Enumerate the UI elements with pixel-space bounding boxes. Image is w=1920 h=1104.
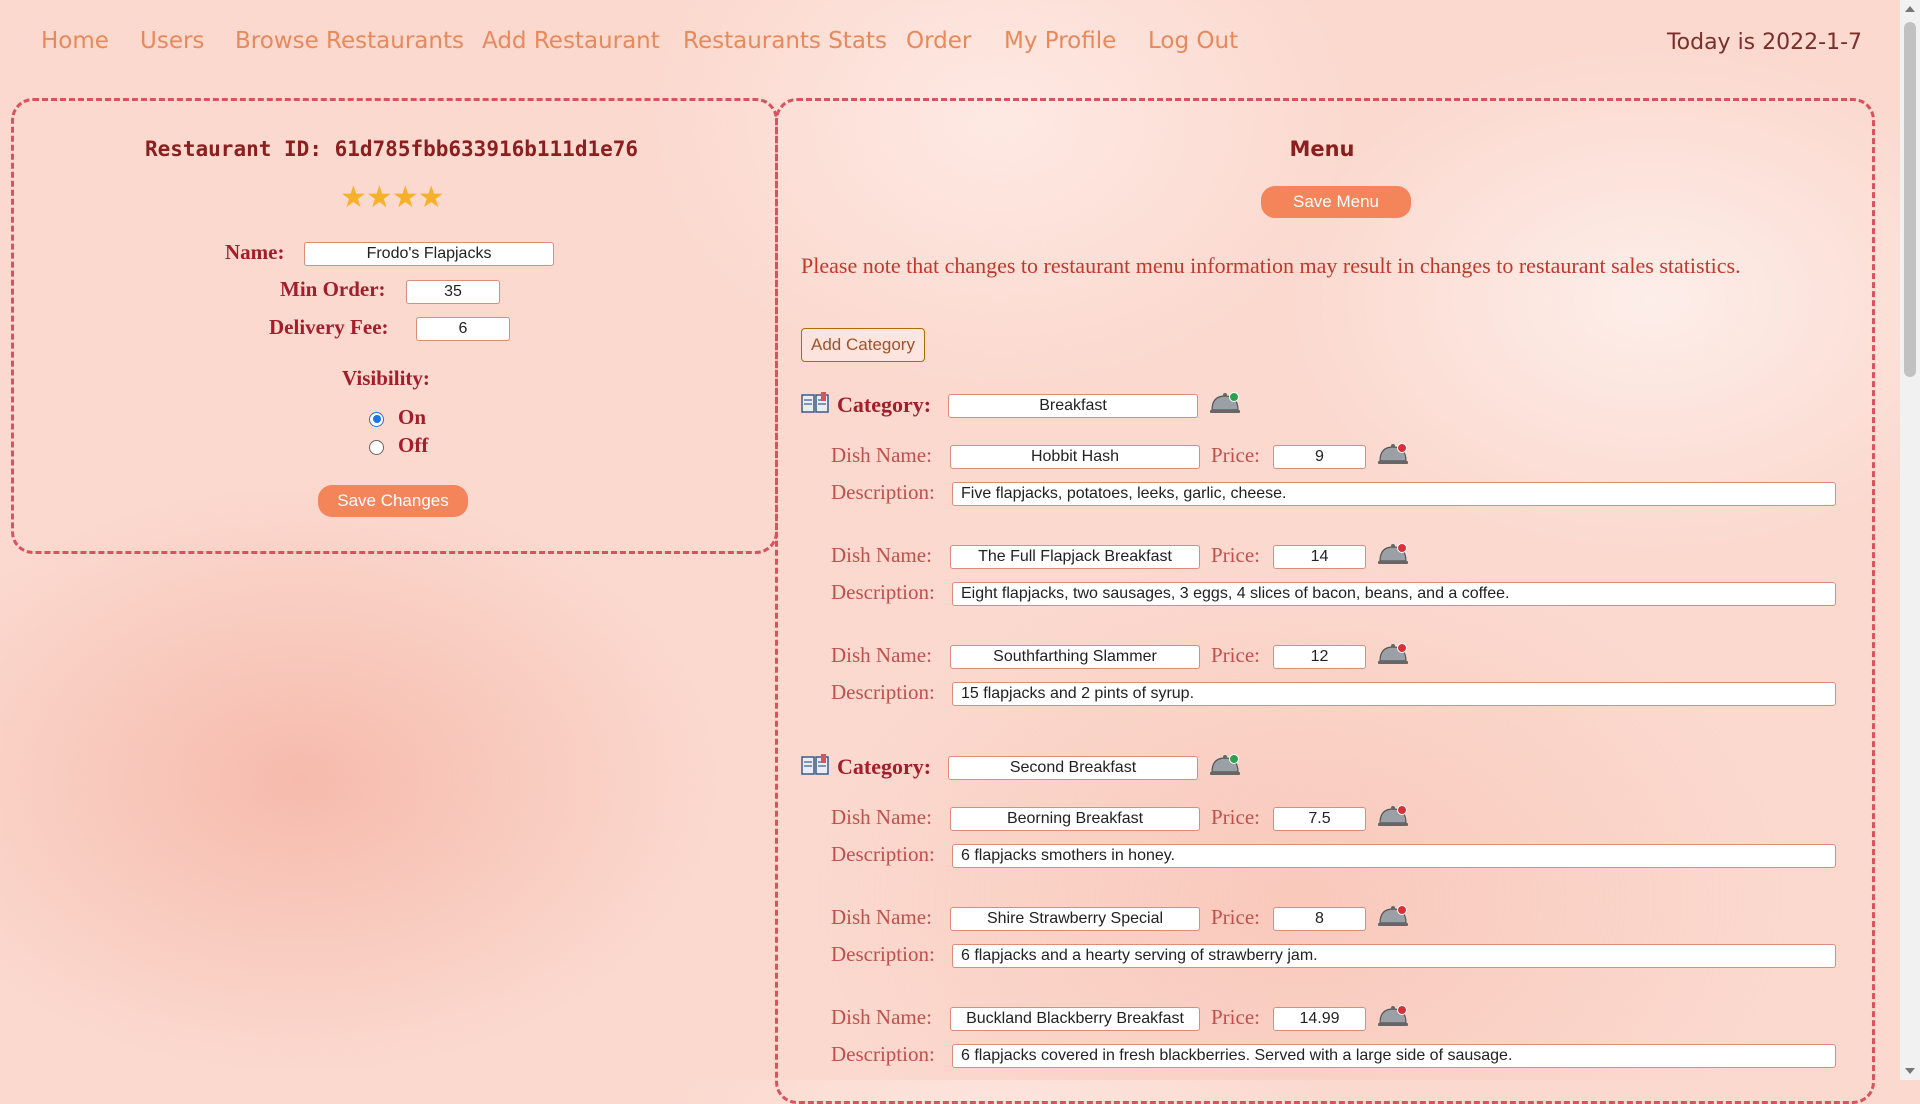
nav-add-restaurant[interactable]: Add Restaurant — [482, 28, 660, 54]
top-nav: Home Users Browse Restaurants Add Restau… — [0, 28, 1920, 64]
nav-order[interactable]: Order — [906, 28, 971, 54]
remove-dish-bell-icon[interactable] — [1377, 440, 1409, 466]
visibility-on-option[interactable]: On — [369, 405, 426, 430]
dish-name-label: Dish Name: — [831, 543, 932, 567]
description-label: Description: — [831, 942, 935, 966]
price-field[interactable]: 9 — [1273, 445, 1366, 469]
price-field[interactable]: 7.5 — [1273, 807, 1366, 831]
nav-users[interactable]: Users — [140, 28, 204, 54]
description-label: Description: — [831, 1042, 935, 1066]
price-label: Price: — [1211, 643, 1260, 667]
add-dish-bell-icon[interactable] — [1209, 751, 1241, 777]
description-label: Description: — [831, 480, 935, 504]
menu-notice: Please note that changes to restaurant m… — [801, 253, 1741, 278]
price-label: Price: — [1211, 443, 1260, 467]
remove-dish-bell-icon[interactable] — [1377, 540, 1409, 566]
dish-name-field[interactable]: Beorning Breakfast — [950, 807, 1200, 831]
dish-name-field[interactable]: The Full Flapjack Breakfast — [950, 545, 1200, 569]
nav-browse-restaurants[interactable]: Browse Restaurants — [235, 28, 464, 54]
price-field[interactable]: 14.99 — [1273, 1007, 1366, 1031]
description-label: Description: — [831, 842, 935, 866]
description-field[interactable]: Five flapjacks, potatoes, leeks, garlic,… — [952, 482, 1836, 506]
add-dish-bell-icon[interactable] — [1209, 389, 1241, 415]
nav-home[interactable]: Home — [41, 28, 109, 54]
name-label: Name: — [225, 240, 285, 264]
price-field[interactable]: 12 — [1273, 645, 1366, 669]
price-label: Price: — [1211, 543, 1260, 567]
price-label: Price: — [1211, 805, 1260, 829]
description-field[interactable]: 6 flapjacks covered in fresh blackberrie… — [952, 1044, 1836, 1068]
delivery-fee-label: Delivery Fee: — [269, 315, 389, 339]
dish-name-field[interactable]: Hobbit Hash — [950, 445, 1200, 469]
remove-dish-bell-icon[interactable] — [1377, 640, 1409, 666]
remove-dish-bell-icon[interactable] — [1377, 1002, 1409, 1028]
dish-name-label: Dish Name: — [831, 643, 932, 667]
remove-dish-bell-icon[interactable] — [1377, 802, 1409, 828]
visibility-on-radio[interactable] — [369, 411, 384, 427]
price-label: Price: — [1211, 905, 1260, 929]
category-book-icon — [801, 754, 829, 776]
nav-restaurants-stats[interactable]: Restaurants Stats — [683, 28, 887, 54]
name-field[interactable]: Frodo's Flapjacks — [304, 242, 554, 266]
description-field[interactable]: Eight flapjacks, two sausages, 3 eggs, 4… — [952, 582, 1836, 606]
min-order-field[interactable]: 35 — [406, 280, 500, 304]
price-field[interactable]: 14 — [1273, 545, 1366, 569]
restaurant-id: Restaurant ID: 61d785fbb633916b111d1e76 — [144, 137, 639, 161]
star-icon: ★ — [391, 180, 419, 215]
category-label: Category: — [837, 754, 932, 779]
dish-name-label: Dish Name: — [831, 805, 932, 829]
description-label: Description: — [831, 680, 935, 704]
add-category-button[interactable]: Add Category — [801, 328, 925, 362]
star-icon: ★ — [417, 180, 445, 215]
save-changes-button[interactable]: Save Changes — [318, 485, 468, 517]
scrollbar-thumb[interactable] — [1904, 22, 1916, 377]
price-label: Price: — [1211, 1005, 1260, 1029]
description-field[interactable]: 6 flapjacks smothers in honey. — [952, 844, 1836, 868]
menu-title: Menu — [1289, 137, 1355, 161]
description-label: Description: — [831, 580, 935, 604]
scroll-up-arrow[interactable] — [1905, 6, 1915, 12]
scrollbar[interactable] — [1900, 0, 1920, 1080]
remove-dish-bell-icon[interactable] — [1377, 902, 1409, 928]
dish-name-label: Dish Name: — [831, 905, 932, 929]
scroll-down-arrow[interactable] — [1905, 1068, 1915, 1074]
star-icon: ★ — [365, 180, 393, 215]
visibility-off-label: Off — [398, 433, 429, 457]
save-menu-button[interactable]: Save Menu — [1261, 186, 1411, 218]
category-book-icon — [801, 392, 829, 414]
visibility-off-radio[interactable] — [369, 439, 384, 455]
dish-name-field[interactable]: Buckland Blackberry Breakfast — [950, 1007, 1200, 1031]
category-name-field[interactable]: Breakfast — [948, 394, 1198, 418]
visibility-on-label: On — [398, 405, 427, 429]
visibility-label: Visibility: — [342, 366, 430, 390]
dish-name-label: Dish Name: — [831, 1005, 932, 1029]
dish-name-field[interactable]: Southfarthing Slammer — [950, 645, 1200, 669]
nav-log-out[interactable]: Log Out — [1148, 28, 1238, 54]
star-icon: ★ — [340, 180, 367, 215]
dish-name-field[interactable]: Shire Strawberry Special — [950, 907, 1200, 931]
category-label: Category: — [837, 392, 932, 417]
delivery-fee-field[interactable]: 6 — [416, 317, 510, 341]
min-order-label: Min Order: — [280, 277, 386, 301]
dish-name-label: Dish Name: — [831, 443, 932, 467]
price-field[interactable]: 8 — [1273, 907, 1366, 931]
nav-my-profile[interactable]: My Profile — [1004, 28, 1116, 54]
description-field[interactable]: 6 flapjacks and a hearty serving of stra… — [952, 944, 1836, 968]
today-date: Today is 2022-1-7 — [1666, 30, 1862, 55]
rating-stars: ★★★★ — [340, 180, 445, 215]
visibility-off-option[interactable]: Off — [369, 433, 428, 458]
description-field[interactable]: 15 flapjacks and 2 pints of syrup. — [952, 682, 1836, 706]
category-name-field[interactable]: Second Breakfast — [948, 756, 1198, 780]
